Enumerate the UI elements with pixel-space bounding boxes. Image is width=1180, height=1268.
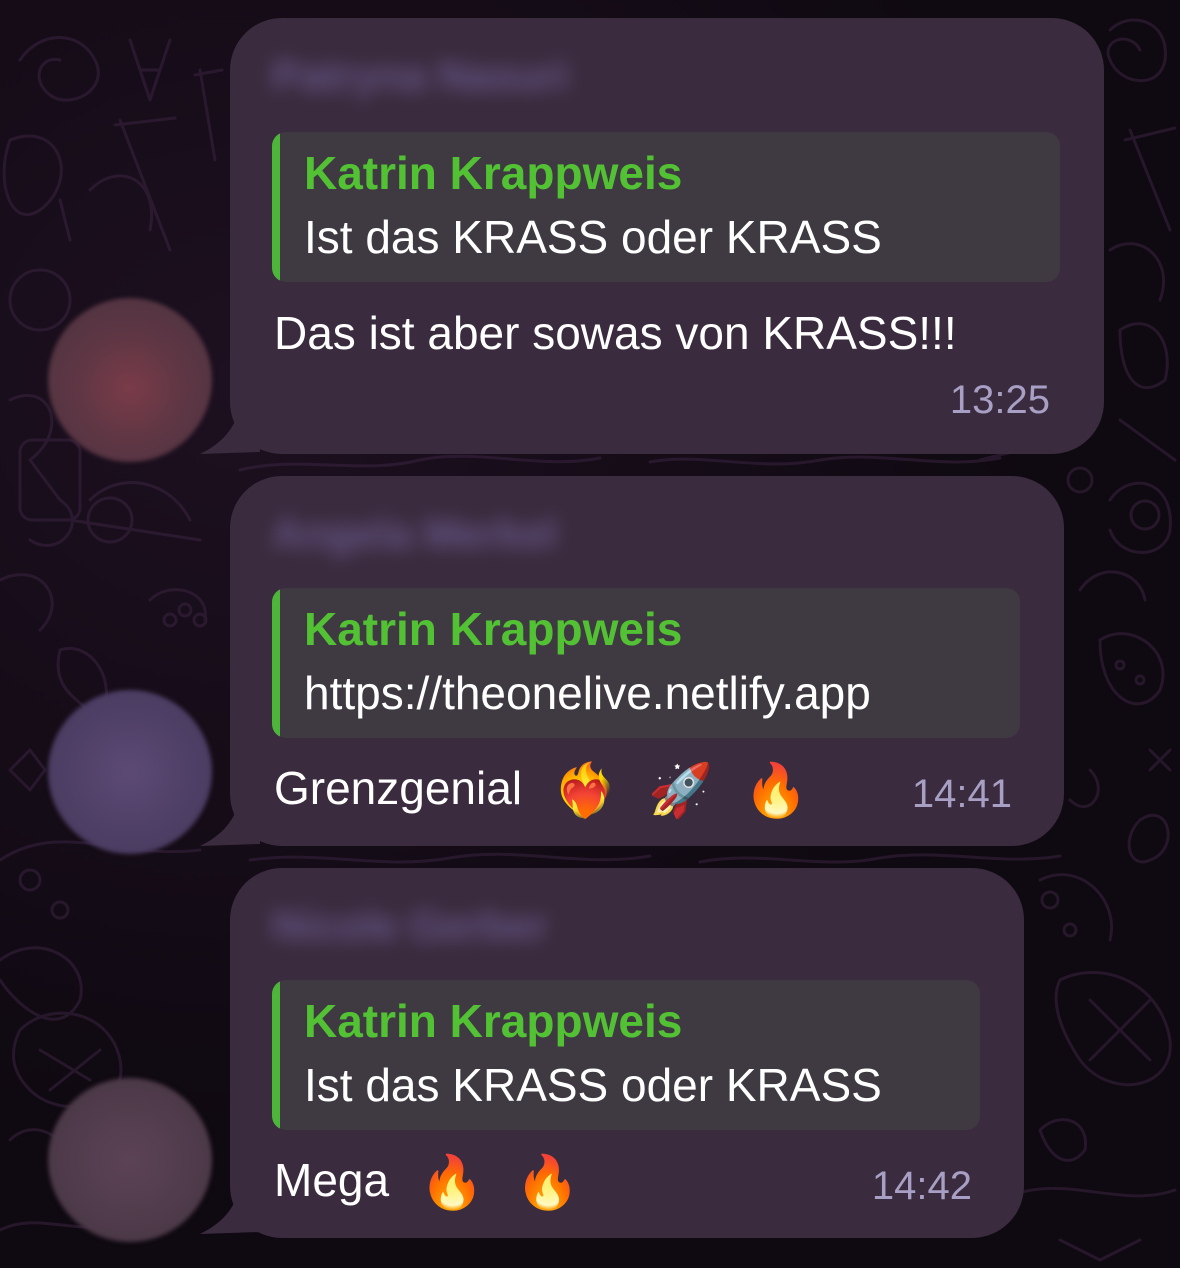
reply-text: Ist das KRASS oder KRASS <box>304 211 882 263</box>
fire-emoji-icon: 🔥 <box>515 1154 581 1212</box>
sender-name-blurred: Angela Merkel <box>272 510 557 557</box>
message-bubble[interactable]: Angela Merkel Katrin Krappweis https://t… <box>230 476 1064 846</box>
message-text-row: Mega 🔥 🔥 <box>274 1152 580 1213</box>
heart-on-fire-emoji-icon: ❤️‍🔥 <box>552 762 618 820</box>
message-text-row: Grenzgenial ❤️‍🔥 🚀 🔥 <box>274 760 809 821</box>
reply-text: Ist das KRASS oder KRASS <box>304 1059 882 1111</box>
message-text: Grenzgenial <box>274 762 523 814</box>
sender-name-blurred: Patryna Nasuri <box>272 52 569 99</box>
reply-accent-bar <box>272 588 280 738</box>
reply-link[interactable]: https://theonelive.netlify.app <box>304 666 871 720</box>
message-time: 13:25 <box>949 378 1050 422</box>
reply-quote[interactable]: Katrin Krappweis Ist das KRASS oder KRAS… <box>272 132 1060 282</box>
sender-avatar[interactable] <box>48 690 212 854</box>
reply-author: Katrin Krappweis <box>304 147 683 199</box>
fire-emoji-icon: 🔥 <box>743 762 809 820</box>
fire-emoji-icon: 🔥 <box>419 1154 485 1212</box>
reply-quote[interactable]: Katrin Krappweis https://theonelive.netl… <box>272 588 1020 738</box>
message-time: 14:42 <box>871 1164 972 1208</box>
message-text: Mega <box>274 1154 390 1206</box>
reply-accent-bar <box>272 980 280 1130</box>
reply-author: Katrin Krappweis <box>304 995 683 1047</box>
sender-avatar[interactable] <box>48 1078 212 1242</box>
message-time: 14:41 <box>911 772 1012 816</box>
message-bubble[interactable]: Nicole Gerber Katrin Krappweis Ist das K… <box>230 868 1024 1238</box>
reply-quote[interactable]: Katrin Krappweis Ist das KRASS oder KRAS… <box>272 980 980 1130</box>
rocket-emoji-icon: 🚀 <box>648 762 714 820</box>
reply-author: Katrin Krappweis <box>304 603 683 655</box>
reply-accent-bar <box>272 132 280 282</box>
message-bubble[interactable]: Patryna Nasuri Katrin Krappweis Ist das … <box>230 18 1104 454</box>
sender-avatar[interactable] <box>48 298 212 462</box>
message-text: Das ist aber sowas von KRASS!!! <box>274 307 957 359</box>
sender-name-blurred: Nicole Gerber <box>272 902 548 949</box>
